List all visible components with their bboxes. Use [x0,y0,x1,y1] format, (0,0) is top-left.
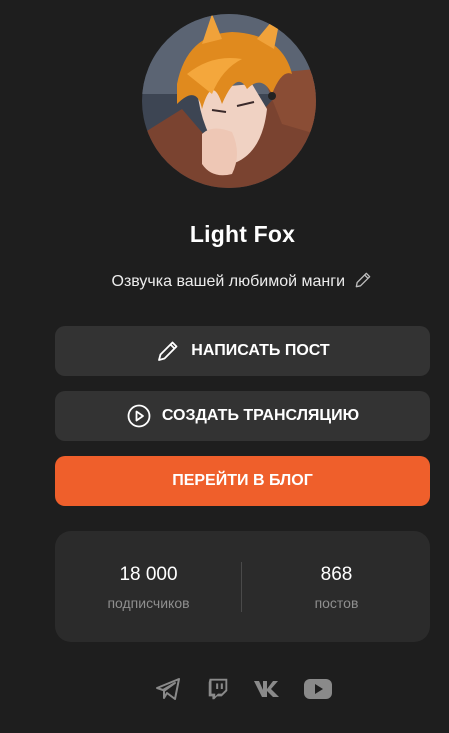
create-stream-button[interactable]: СОЗДАТЬ ТРАНСЛЯЦИЮ [55,391,430,441]
write-post-button[interactable]: НАПИСАТЬ ПОСТ [55,326,430,376]
profile-page: Light Fox Озвучка вашей любимой манги НА… [0,0,449,733]
subscribers-label: подписчиков [107,595,190,611]
subscribers-count: 18 000 [119,564,178,585]
avatar-image [142,14,316,188]
bio-text: Озвучка вашей любимой манги [111,273,346,290]
avatar[interactable] [142,14,316,188]
go-to-blog-label: ПЕРЕЙТИ В БЛОГ [172,472,313,489]
vk-icon[interactable] [251,674,285,704]
stats-divider [241,562,242,612]
go-to-blog-button[interactable]: ПЕРЕЙТИ В БЛОГ [55,456,430,506]
write-post-label: НАПИСАТЬ ПОСТ [191,342,330,359]
posts-stat[interactable]: 868 постов [243,531,430,642]
twitch-icon[interactable] [201,674,235,704]
bio-line: Озвучка вашей любимой манги [0,270,449,291]
edit-bio-icon[interactable] [353,270,373,290]
subscribers-stat[interactable]: 18 000 подписчиков [55,531,242,642]
stats-card: 18 000 подписчиков 868 постов [55,531,430,642]
play-circle-icon [126,403,152,429]
youtube-icon[interactable] [301,674,335,704]
create-stream-label: СОЗДАТЬ ТРАНСЛЯЦИЮ [161,407,360,424]
username: Light Fox [189,221,296,247]
telegram-icon[interactable] [151,674,185,704]
pencil-icon [155,338,181,364]
posts-count: 868 [320,564,353,585]
social-links [0,674,449,704]
posts-label: постов [314,595,359,611]
